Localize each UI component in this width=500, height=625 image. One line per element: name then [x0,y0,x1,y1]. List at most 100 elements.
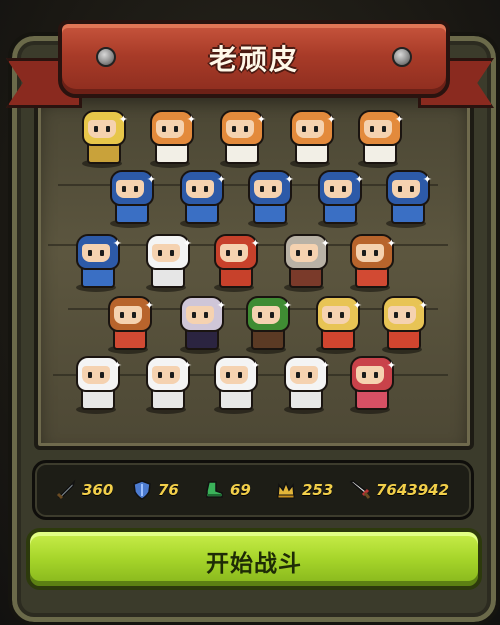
hero-eye [204,312,208,318]
hero-sprite[interactable]: ✦ [206,230,262,292]
sparkle-icon: ✦ [250,359,260,372]
hero-face [324,180,352,198]
hero-sprite[interactable]: ✦ [342,352,398,414]
hero-eye [162,126,166,132]
hero-face [388,306,416,324]
title-ribbon: 老顽皮 [58,20,450,98]
hero-eye [120,312,124,318]
sparkle-icon: ✦ [386,359,396,372]
shield-icon [129,477,155,503]
hero-eye [370,126,374,132]
hero-eye [270,312,274,318]
hero-face [226,120,254,138]
sparkle-icon: ✦ [282,299,292,312]
hero-face [322,306,350,324]
hero-eye [238,250,242,256]
sparkle-icon: ✦ [216,299,226,312]
hero-eye [122,186,126,192]
start-battle-button[interactable]: 开始战斗 [26,528,482,590]
hero-eye [226,250,230,256]
hero-sprite[interactable]: ✦ [212,106,268,168]
hero-sprite[interactable]: ✦ [240,166,296,228]
power-sword-icon [347,477,373,503]
boot-icon [201,477,227,503]
hero-eye [134,186,138,192]
hero-sprite[interactable]: ✦ [206,352,262,414]
hero-sprite[interactable]: ✦ [68,352,124,414]
sparkle-icon: ✦ [182,237,192,250]
hero-eye [394,312,398,318]
hero-eye [158,372,162,378]
hero-sprite[interactable]: ✦ [238,292,294,354]
hero-eye [362,250,366,256]
hero-eye [88,250,92,256]
sparkle-icon: ✦ [250,237,260,250]
hero-eye [410,186,414,192]
hero-face [152,366,180,384]
hero-sprite[interactable]: ✦ [68,230,124,292]
sparkle-icon: ✦ [354,173,364,186]
hero-face [88,120,116,138]
hero-face [356,366,384,384]
hero-eye [106,126,110,132]
hero-eye [296,372,300,378]
sparkle-icon: ✦ [320,359,330,372]
hero-eye [374,372,378,378]
sparkle-icon: ✦ [394,113,404,126]
hero-sprite[interactable]: ✦ [374,292,430,354]
hero-sprite[interactable]: ✦ [350,106,406,168]
sparkle-icon: ✦ [352,299,362,312]
sparkle-icon: ✦ [112,237,122,250]
hero-face [114,306,142,324]
hero-eye [238,372,242,378]
hero-eye [232,126,236,132]
hero-face [82,366,110,384]
hero-eye [88,372,92,378]
stat-power: 7643942 [347,475,449,505]
hero-sprite[interactable]: ✦ [142,106,198,168]
hero-sprite[interactable]: ✦ [172,292,228,354]
sparkle-icon: ✦ [418,299,428,312]
hero-face [392,180,420,198]
hero-sprite[interactable]: ✦ [282,106,338,168]
hero-eye [314,126,318,132]
hero-sprite[interactable]: ✦ [138,352,194,414]
hero-face [252,306,280,324]
hero-eye [244,126,248,132]
stat-defense: 76 [129,475,179,505]
hero-eye [296,250,300,256]
sparkle-icon: ✦ [320,237,330,250]
hero-sprite[interactable]: ✦ [74,106,130,168]
hero-face [290,366,318,384]
hero-sprite[interactable]: ✦ [172,166,228,228]
hero-eye [132,312,136,318]
hero-eye [94,126,98,132]
sparkle-icon: ✦ [256,113,266,126]
hero-eye [260,186,264,192]
stat-speed: 69 [201,475,251,505]
sword-icon [53,477,79,503]
hero-face [82,244,110,262]
hero-eye [272,186,276,192]
hero-eye [158,250,162,256]
hero-eye [374,250,378,256]
hero-sprite[interactable]: ✦ [276,352,332,414]
hero-sprite[interactable]: ✦ [100,292,156,354]
hero-sprite[interactable]: ✦ [138,230,194,292]
hero-sprite[interactable]: ✦ [378,166,434,228]
team-stats-bar: 360 76 69 253 7643942 [32,460,474,520]
hero-face [364,120,392,138]
hero-face [116,180,144,198]
hero-sprite[interactable]: ✦ [308,292,364,354]
hero-sprite[interactable]: ✦ [310,166,366,228]
hero-sprite[interactable]: ✦ [342,230,398,292]
sparkle-icon: ✦ [144,299,154,312]
hero-eye [330,186,334,192]
sparkle-icon: ✦ [284,173,294,186]
hero-eye [382,126,386,132]
sparkle-icon: ✦ [146,173,156,186]
hero-sprite[interactable]: ✦ [276,230,332,292]
hero-eye [340,312,344,318]
hero-face [290,244,318,262]
hero-sprite[interactable]: ✦ [102,166,158,228]
